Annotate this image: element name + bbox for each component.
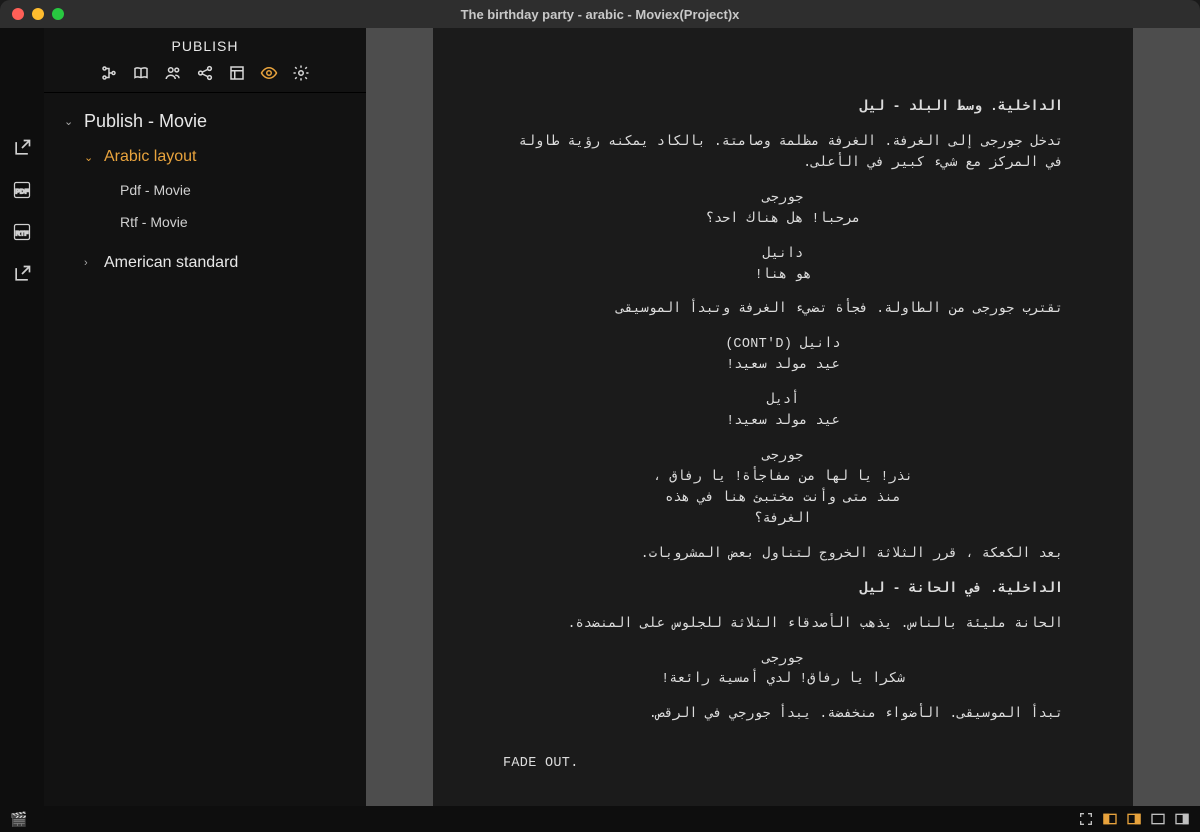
export-icon[interactable] xyxy=(12,138,32,158)
tree-label: Arabic layout xyxy=(104,148,197,166)
character-name: دانيل (CONT'D) xyxy=(503,335,1063,356)
action-text: تدخل جورجى إلى الغرفة. الغرفة مظلمة وصام… xyxy=(503,133,1063,175)
share-icon[interactable] xyxy=(196,64,214,82)
chevron-down-icon: ⌄ xyxy=(64,115,78,128)
tree-item-pdf-movie[interactable]: Pdf - Movie xyxy=(44,174,366,206)
action-text: بعد الكعكة ، قرر الثلاثة الخروج لتناول ب… xyxy=(503,545,1063,566)
tree-icon[interactable] xyxy=(100,64,118,82)
window-titlebar: The birthday party - arabic - Moviex(Pro… xyxy=(0,0,1200,28)
panel-right-alt-icon[interactable] xyxy=(1174,811,1190,827)
character-name: جورجى xyxy=(503,447,1063,468)
chevron-down-icon: ⌄ xyxy=(84,151,98,164)
sidebar: PUBLISH ⌄ Publish - Movie ⌄ Arabic layou… xyxy=(44,28,366,806)
dialogue-text: عيد مولد سعيد! xyxy=(643,412,923,433)
dialogue-text: هو هنا! xyxy=(643,266,923,287)
character-name: جورجى xyxy=(503,189,1063,210)
bottom-bar: 🎬 xyxy=(0,806,1200,832)
fullscreen-icon[interactable] xyxy=(1078,811,1094,827)
sidebar-toolbar xyxy=(44,60,366,93)
scene-heading: الداخلية. وسط البلد - ليل xyxy=(503,98,1063,119)
layout-icon[interactable] xyxy=(228,64,246,82)
window-minimize-button[interactable] xyxy=(32,8,44,20)
tree-item-arabic-layout[interactable]: ⌄ Arabic layout xyxy=(44,140,366,174)
svg-text:RTF: RTF xyxy=(16,230,29,237)
left-rail: PDF RTF xyxy=(0,28,44,806)
character-name: دانيل xyxy=(503,245,1063,266)
tree-label: American standard xyxy=(104,254,238,272)
tree-item-publish-movie[interactable]: ⌄ Publish - Movie xyxy=(44,103,366,140)
window-maximize-button[interactable] xyxy=(52,8,64,20)
users-icon[interactable] xyxy=(164,64,182,82)
svg-text:PDF: PDF xyxy=(15,188,28,195)
window-close-button[interactable] xyxy=(12,8,24,20)
gear-icon[interactable] xyxy=(292,64,310,82)
character-name: أديل xyxy=(503,391,1063,412)
panel-single-icon[interactable] xyxy=(1150,811,1166,827)
dialogue-text: مرحبا! هل هناك احد؟ xyxy=(643,210,923,231)
action-text: تقترب جورجى من الطاولة. فجأة تضيء الغرفة… xyxy=(503,300,1063,321)
export-arrow-icon[interactable] xyxy=(12,264,32,284)
scene-heading: الداخلية. في الحانة - ليل xyxy=(503,580,1063,601)
panel-right-icon[interactable] xyxy=(1126,811,1142,827)
clapperboard-icon[interactable]: 🎬 xyxy=(10,811,27,828)
action-text: الحانة مليئة بالناس. يذهب الأصدقاء الثلا… xyxy=(503,615,1063,636)
tree-label: Rtf - Movie xyxy=(120,214,188,230)
sidebar-heading: PUBLISH xyxy=(44,28,366,60)
script-page: الداخلية. وسط البلد - ليل تدخل جورجى إلى… xyxy=(433,28,1133,806)
eye-icon[interactable] xyxy=(260,64,278,82)
character-name: جورجى xyxy=(503,650,1063,671)
transition-text: FADE OUT. xyxy=(503,754,1063,775)
document-viewport: الداخلية. وسط البلد - ليل تدخل جورجى إلى… xyxy=(366,28,1200,806)
pdf-icon[interactable]: PDF xyxy=(12,180,32,200)
dialogue-text: نذر! يا لها من مفاجأة! يا رفاق ، منذ متى… xyxy=(643,468,923,531)
window-title: The birthday party - arabic - Moviex(Pro… xyxy=(0,7,1200,22)
tree-label: Pdf - Movie xyxy=(120,182,191,198)
publish-tree: ⌄ Publish - Movie ⌄ Arabic layout Pdf - … xyxy=(44,93,366,290)
tree-item-american-standard[interactable]: › American standard xyxy=(44,246,366,280)
tree-item-rtf-movie[interactable]: Rtf - Movie xyxy=(44,206,366,238)
action-text: تبدأ الموسيقى. الأضواء منخفضة. يبدأ جورج… xyxy=(503,705,1063,726)
dialogue-text: شكرا يا رفاق! لدي أمسية رائعة! xyxy=(643,670,923,691)
dialogue-text: عيد مولد سعيد! xyxy=(643,356,923,377)
panel-left-icon[interactable] xyxy=(1102,811,1118,827)
tree-label: Publish - Movie xyxy=(84,111,207,132)
rtf-icon[interactable]: RTF xyxy=(12,222,32,242)
book-icon[interactable] xyxy=(132,64,150,82)
chevron-right-icon: › xyxy=(84,257,98,269)
